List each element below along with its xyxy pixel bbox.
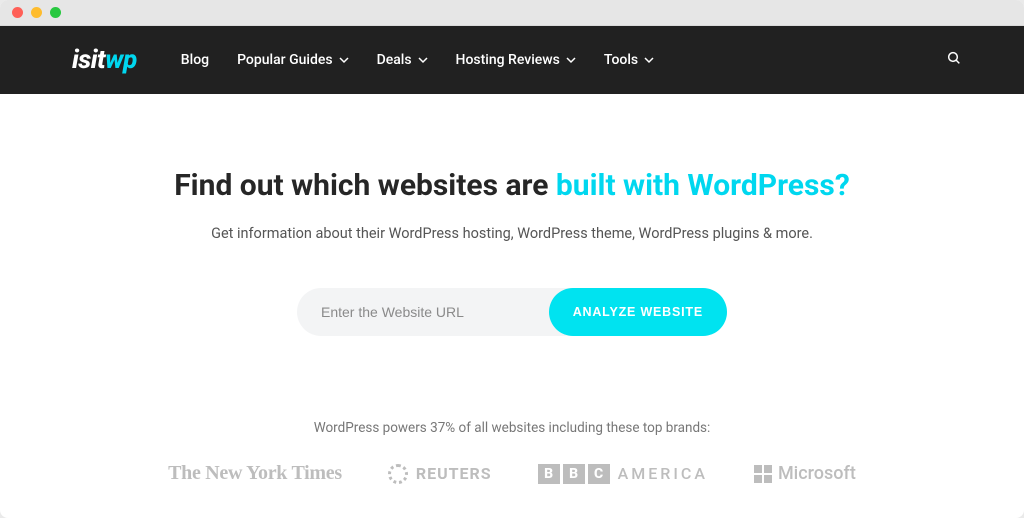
brand-logos-row: The New York Times REUTERS B B C AMERICA… — [168, 462, 856, 485]
window-titlebar — [0, 0, 1024, 26]
headline-plain: Find out which websites are — [174, 168, 556, 203]
nav-item-deals[interactable]: Deals — [377, 52, 428, 68]
main-nav: isitwp Blog Popular Guides Deals Hosting… — [0, 26, 1024, 94]
browser-window: isitwp Blog Popular Guides Deals Hosting… — [0, 0, 1024, 518]
nav-label: Hosting Reviews — [456, 52, 560, 68]
nav-label: Popular Guides — [237, 52, 332, 68]
window-close-button[interactable] — [12, 7, 23, 18]
nav-item-popular-guides[interactable]: Popular Guides — [237, 52, 348, 68]
url-search-form: ANALYZE WEBSITE — [297, 288, 727, 336]
brand-bbc-america: B B C AMERICA — [538, 464, 708, 484]
nav-menu: Blog Popular Guides Deals Hosting Review… — [181, 52, 654, 68]
nav-label: Tools — [604, 52, 638, 68]
search-button[interactable] — [940, 44, 968, 76]
chevron-down-icon — [418, 55, 428, 65]
chevron-down-icon — [644, 55, 654, 65]
chevron-down-icon — [566, 55, 576, 65]
nav-label: Blog — [181, 52, 209, 68]
microsoft-grid-icon — [754, 465, 772, 483]
page-subtitle: Get information about their WordPress ho… — [211, 225, 813, 242]
window-minimize-button[interactable] — [31, 7, 42, 18]
brand-nyt: The New York Times — [168, 462, 342, 485]
bbc-blocks-icon: B B C — [538, 464, 610, 484]
nav-item-hosting-reviews[interactable]: Hosting Reviews — [456, 52, 576, 68]
chevron-down-icon — [339, 55, 349, 65]
reuters-ring-icon — [388, 464, 408, 484]
search-icon — [946, 50, 962, 70]
logo-part-isit: isit — [72, 45, 105, 75]
hero-section: Find out which websites are built with W… — [0, 94, 1024, 518]
headline-accent: built with WordPress? — [556, 168, 850, 203]
nav-item-tools[interactable]: Tools — [604, 52, 654, 68]
page-headline: Find out which websites are built with W… — [174, 168, 850, 203]
brand-bbc-america-label: AMERICA — [618, 464, 708, 483]
window-zoom-button[interactable] — [50, 7, 61, 18]
analyze-button[interactable]: ANALYZE WEBSITE — [549, 288, 727, 336]
brand-microsoft-label: Microsoft — [778, 463, 856, 484]
bbc-block-b1: B — [538, 464, 560, 484]
nav-label: Deals — [377, 52, 412, 68]
brand-microsoft: Microsoft — [754, 463, 856, 484]
brand-reuters: REUTERS — [388, 464, 492, 484]
bbc-block-c: C — [588, 464, 610, 484]
site-logo[interactable]: isitwp — [72, 45, 137, 75]
nav-item-blog[interactable]: Blog — [181, 52, 209, 68]
logo-part-wp: wp — [105, 45, 137, 75]
bbc-block-b2: B — [563, 464, 585, 484]
brand-reuters-label: REUTERS — [416, 464, 492, 483]
stats-line: WordPress powers 37% of all websites inc… — [314, 420, 711, 436]
